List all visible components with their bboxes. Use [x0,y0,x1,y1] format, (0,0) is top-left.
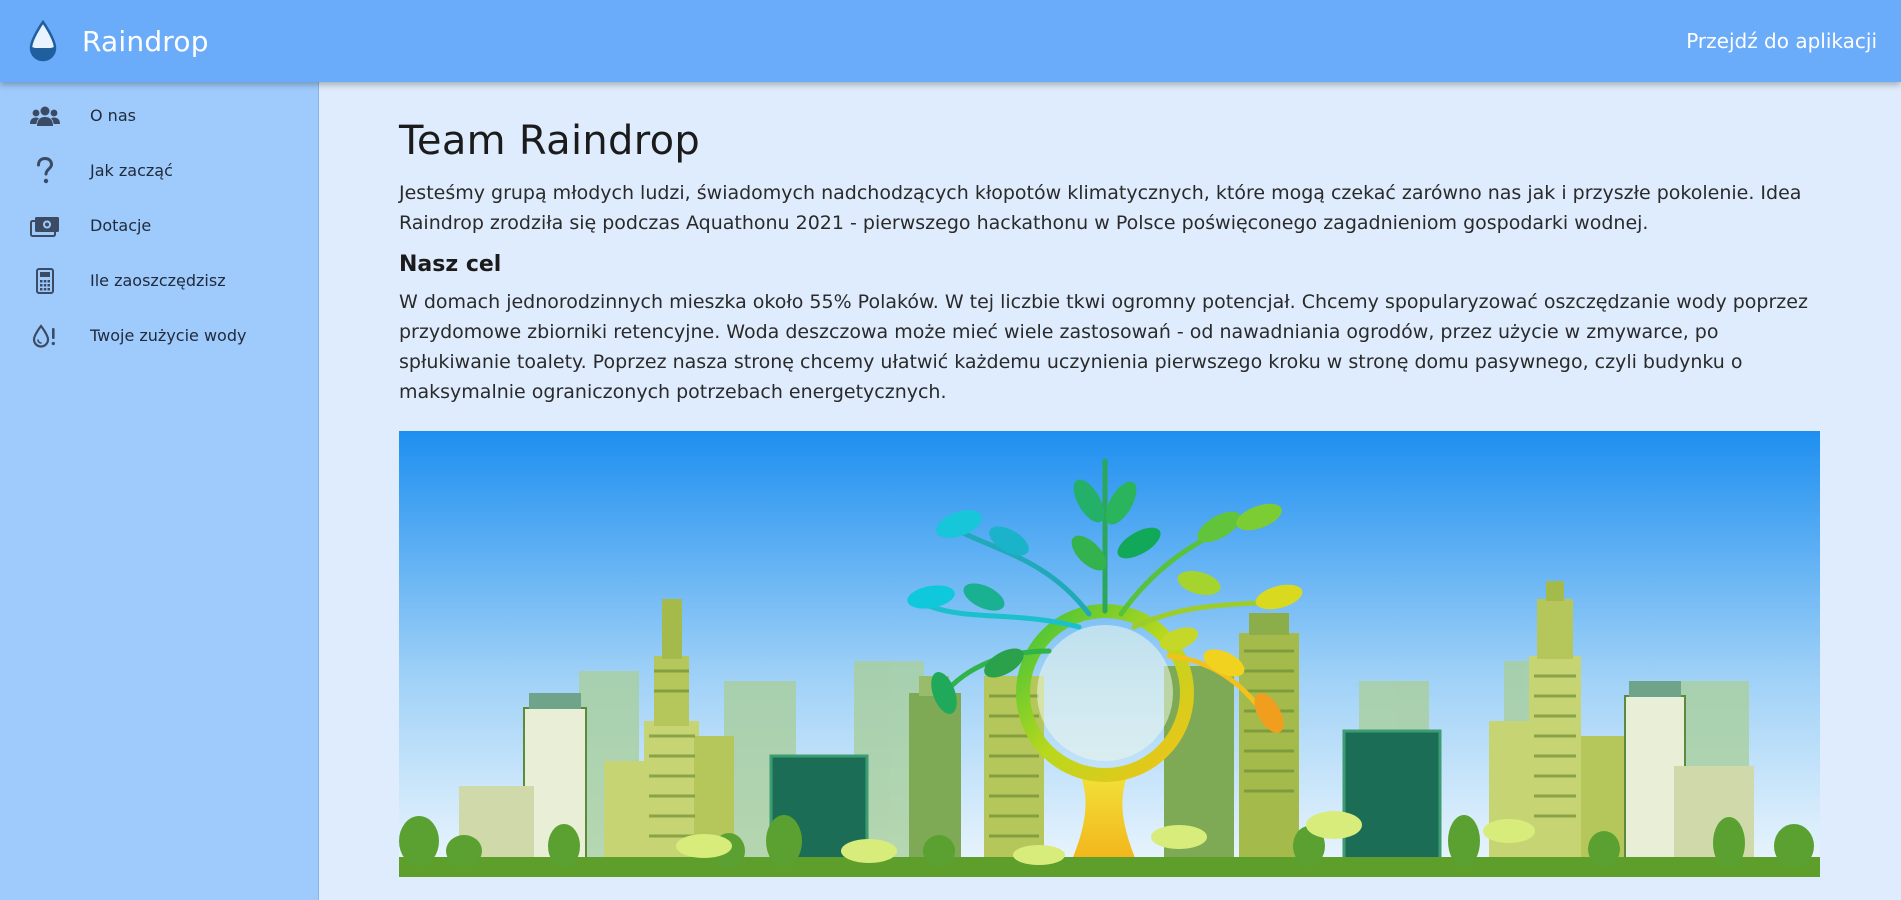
sidebar-item-getting-started[interactable]: Jak zacząć [0,143,318,198]
goal-heading: Nasz cel [399,252,502,277]
drop-alert-icon [0,323,90,348]
sidebar: O nas Jak zacząć Dotacje Ile zaoszczędzi… [0,82,319,900]
sidebar-item-label: Ile zaoszczędzisz [90,271,226,290]
question-icon [0,156,90,185]
users-icon [0,105,90,127]
sidebar-item-savings[interactable]: Ile zaoszczędzisz [0,253,318,308]
sidebar-item-label: Jak zacząć [90,161,173,180]
calculator-icon [0,267,90,294]
main-content: Team Raindrop Jesteśmy grupą młodych lud… [399,82,1820,877]
go-to-app-link[interactable]: Przejdź do aplikacji [1686,29,1877,53]
money-icon [0,215,90,237]
goal-paragraph: W domach jednorodzinnych mieszka około 5… [399,291,1808,403]
water-drop-icon [29,20,57,62]
brand-title: Raindrop [82,24,209,58]
sidebar-item-about-us[interactable]: O nas [0,88,318,143]
sidebar-item-water-usage[interactable]: Twoje zużycie wody [0,308,318,363]
green-city-illustration [399,431,1820,877]
brand-home-link[interactable]: Raindrop [28,20,209,62]
page-title: Team Raindrop [399,118,701,164]
intro-paragraph: Jesteśmy grupą młodych ludzi, świadomych… [399,182,1802,234]
sidebar-item-label: Dotacje [90,216,152,235]
sidebar-item-label: Twoje zużycie wody [90,326,247,345]
sidebar-item-label: O nas [90,106,136,125]
top-bar: Raindrop Przejdź do aplikacji [0,0,1901,82]
sidebar-item-subsidies[interactable]: Dotacje [0,198,318,253]
